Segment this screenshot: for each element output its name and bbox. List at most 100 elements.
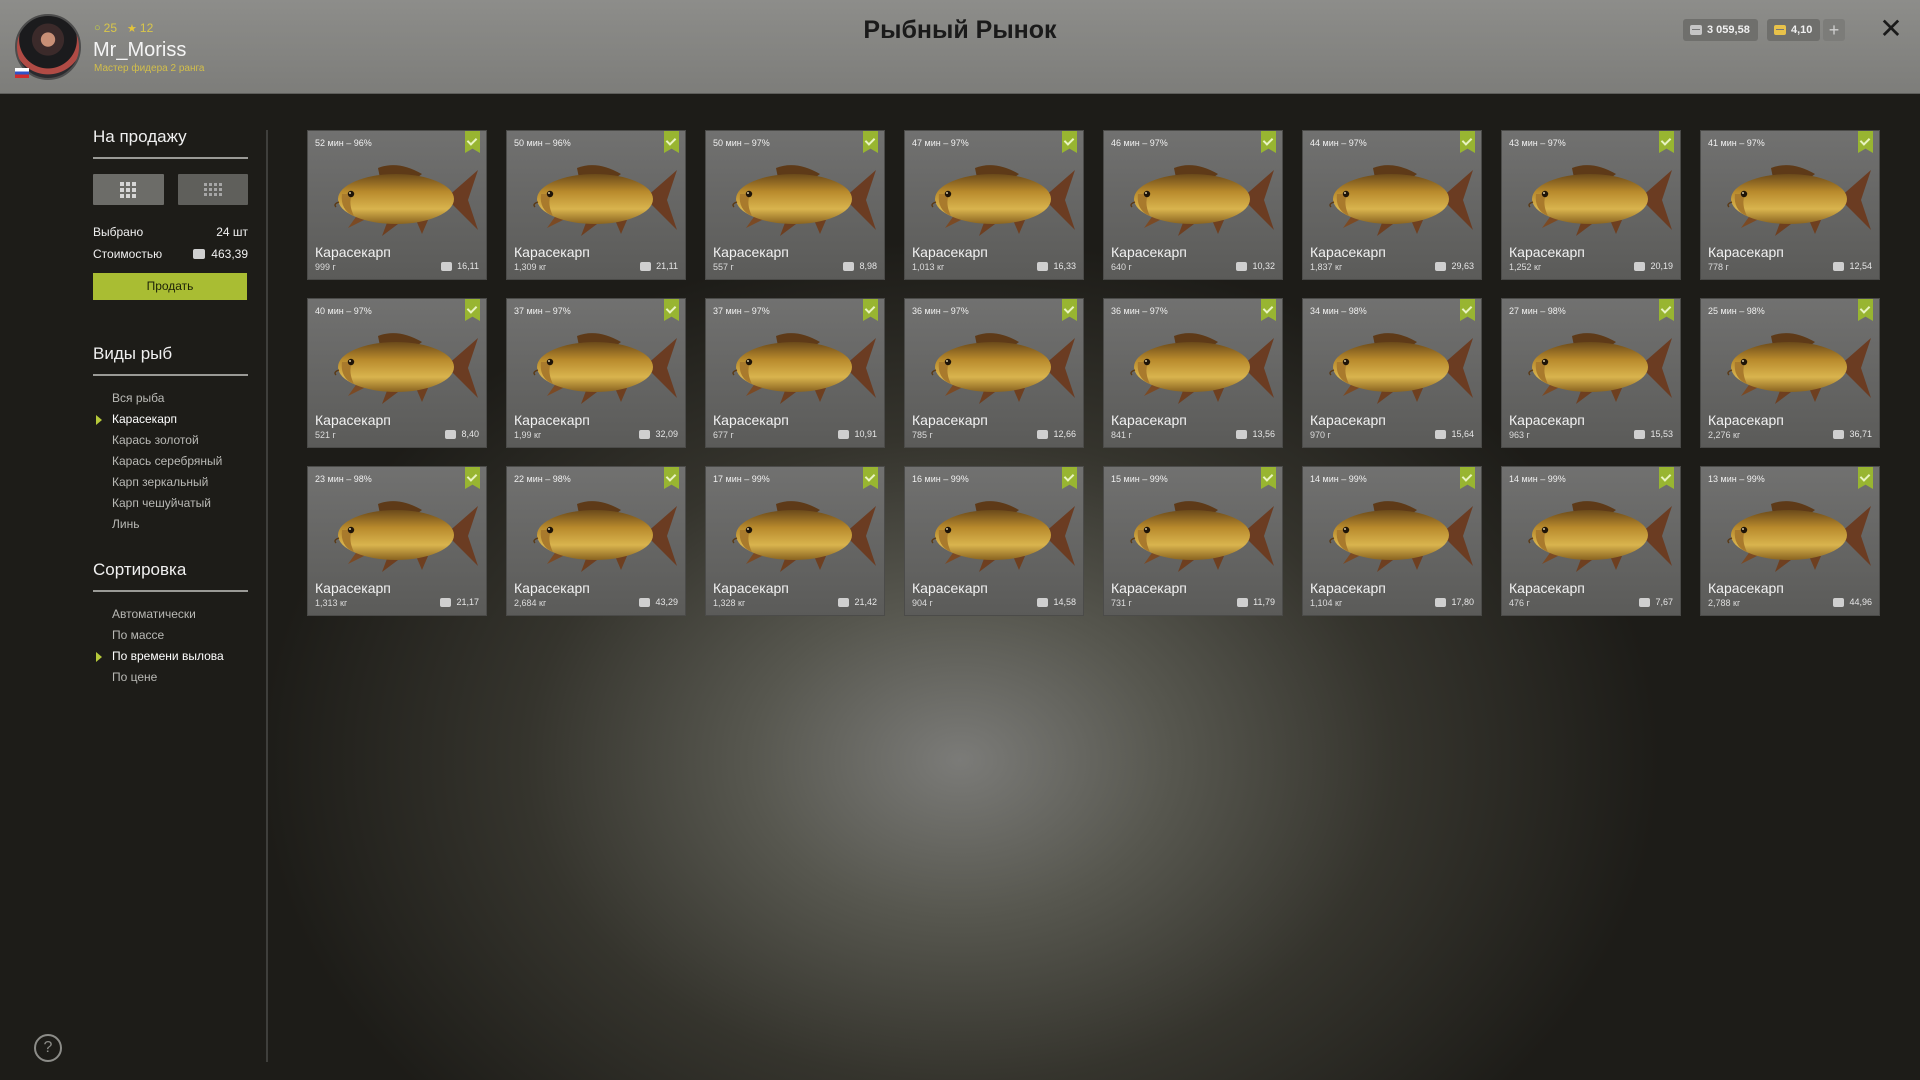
selected-check-icon[interactable] [863,299,878,321]
catch-time: 15 мин – 99% [1111,474,1168,484]
selected-check-icon[interactable] [465,131,480,153]
sort-section: Сортировка Автоматически По массе По време… [93,560,248,688]
selected-check-icon[interactable] [1062,131,1077,153]
catch-time: 46 мин – 97% [1111,138,1168,148]
selected-check-icon[interactable] [664,467,679,489]
fish-card[interactable]: 25 мин – 98% Карасекарп 2,276 кг 36,71 [1700,298,1880,448]
selected-check-icon[interactable] [1460,131,1475,153]
large-grid-icon [120,181,137,198]
add-gold-button[interactable]: + [1823,19,1845,41]
sell-button[interactable]: Продать [93,273,247,300]
fish-card[interactable]: 27 мин – 98% Карасекарп 963 г 15,53 [1501,298,1681,448]
selected-check-icon[interactable] [1460,299,1475,321]
selected-check-icon[interactable] [465,299,480,321]
fish-price-value: 11,79 [1253,597,1275,607]
selected-check-icon[interactable] [1062,467,1077,489]
species-item-label: Карп чешуйчатый [112,496,211,510]
selected-check-icon[interactable] [1261,467,1276,489]
fish-weight: 1,837 кг [1310,262,1343,272]
fish-price: 14,58 [1037,597,1076,607]
species-item[interactable]: Карп зеркальный [93,472,248,493]
species-item[interactable]: Вся рыба [93,388,248,409]
help-button[interactable]: ? [34,1034,62,1062]
fish-weight: 963 г [1509,430,1530,440]
fish-card[interactable]: 17 мин – 99% Карасекарп 1,328 кг 21,42 [705,466,885,616]
fish-card[interactable]: 47 мин – 97% Карасекарп 1,013 кг 16,33 [904,130,1084,280]
fish-price-value: 13,56 [1252,429,1275,439]
sort-item-label: По времени вылова [112,649,224,663]
sort-item[interactable]: Автоматически [93,604,248,625]
fish-card[interactable]: 22 мин – 98% Карасекарп 2,684 кг 43,29 [506,466,686,616]
fish-card[interactable]: 36 мин – 97% Карасекарп 785 г 12,66 [904,298,1084,448]
fish-weight: 1,313 кг [315,598,348,608]
selected-check-icon[interactable] [1261,299,1276,321]
fish-card[interactable]: 23 мин – 98% Карасекарп 1,313 кг 21,17 [307,466,487,616]
coin-icon [1833,597,1845,607]
selected-check-icon[interactable] [1062,299,1077,321]
fish-card[interactable]: 50 мин – 96% Карасекарп 1,309 кг 21,11 [506,130,686,280]
fish-card[interactable]: 46 мин – 97% Карасекарп 640 г 10,32 [1103,130,1283,280]
coin-icon [1037,261,1049,271]
fish-card[interactable]: 43 мин – 97% Карасекарп 1,252 кг 20,19 [1501,130,1681,280]
fish-card[interactable]: 40 мин – 97% Карасекарп 521 г 8,40 [307,298,487,448]
coin-icon [1833,261,1845,271]
fish-name: Карасекарп [1111,412,1187,428]
selected-check-icon[interactable] [664,131,679,153]
fish-card[interactable]: 14 мин – 99% Карасекарп 1,104 кг 17,80 [1302,466,1482,616]
fish-card[interactable]: 37 мин – 97% Карасекарп 1,99 кг 32,09 [506,298,686,448]
fish-name: Карасекарп [315,580,391,596]
sidebar-divider [266,130,268,1062]
fish-weight: 557 г [713,262,734,272]
selected-check-icon[interactable] [1261,131,1276,153]
selected-check-icon[interactable] [1460,467,1475,489]
fish-card[interactable]: 16 мин – 99% Карасекарп 904 г 14,58 [904,466,1084,616]
selected-check-icon[interactable] [1659,299,1674,321]
selected-check-icon[interactable] [465,467,480,489]
coin-icon [1037,429,1049,439]
selected-check-icon[interactable] [1659,131,1674,153]
fish-card[interactable]: 41 мин – 97% Карасекарп 778 г 12,54 [1700,130,1880,280]
fish-name: Карасекарп [1708,412,1784,428]
fish-card[interactable]: 52 мин – 96% Карасекарп 999 г 16,11 [307,130,487,280]
selected-check-icon[interactable] [863,131,878,153]
selected-check-icon[interactable] [863,467,878,489]
fish-image [1711,322,1873,414]
large-grid-view-button[interactable] [93,174,164,205]
fish-card[interactable]: 13 мин – 99% Карасекарп 2,788 кг 44,96 [1700,466,1880,616]
fish-image [915,490,1077,582]
selected-check-icon[interactable] [1659,467,1674,489]
species-item[interactable]: Линь [93,514,248,535]
coin-icon [1435,429,1447,439]
selected-check-icon[interactable] [1858,467,1873,489]
fish-card[interactable]: 34 мин – 98% Карасекарп 970 г 15,64 [1302,298,1482,448]
fish-card[interactable]: 36 мин – 97% Карасекарп 841 г 13,56 [1103,298,1283,448]
fish-name: Карасекарп [1708,580,1784,596]
catch-time: 44 мин – 97% [1310,138,1367,148]
selected-check-icon[interactable] [664,299,679,321]
fish-card[interactable]: 14 мин – 99% Карасекарп 476 г 7,67 [1501,466,1681,616]
view-toggle [93,174,248,205]
sort-item[interactable]: По массе [93,625,248,646]
fish-price: 8,98 [843,261,877,271]
fish-card[interactable]: 50 мин – 97% Карасекарп 557 г 8,98 [705,130,885,280]
fish-price: 36,71 [1833,429,1872,439]
species-item[interactable]: Карасекарп [93,409,248,430]
sort-item[interactable]: По цене [93,667,248,688]
fish-weight: 1,309 кг [514,262,547,272]
selected-check-icon[interactable] [1858,299,1873,321]
coin-icon [1236,261,1248,271]
fish-name: Карасекарп [912,580,988,596]
sort-item[interactable]: По времени вылова [93,646,248,667]
species-item[interactable]: Карась золотой [93,430,248,451]
fish-card[interactable]: 44 мин – 97% Карасекарп 1,837 кг 29,63 [1302,130,1482,280]
small-grid-view-button[interactable] [177,174,248,205]
fish-price-value: 21,17 [456,597,479,607]
species-item[interactable]: Карп чешуйчатый [93,493,248,514]
fish-card[interactable]: 37 мин – 97% Карасекарп 677 г 10,91 [705,298,885,448]
fish-card[interactable]: 15 мин – 99% Карасекарп 731 г 11,79 [1103,466,1283,616]
species-item[interactable]: Карась серебряный [93,451,248,472]
selected-check-icon[interactable] [1858,131,1873,153]
close-button[interactable]: ✕ [1876,14,1906,44]
active-arrow-icon [96,652,102,662]
catch-time: 23 мин – 98% [315,474,372,484]
